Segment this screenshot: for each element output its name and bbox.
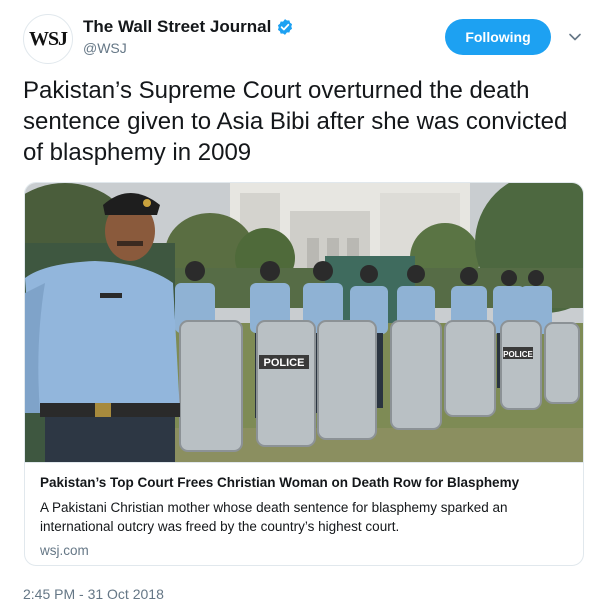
tweet-header: WSJ The Wall Street Journal @WSJ Followi…: [23, 14, 593, 64]
name-row: The Wall Street Journal: [83, 17, 294, 37]
shield-label-police: POLICE: [264, 357, 305, 369]
verified-badge-icon: [278, 19, 293, 35]
handle[interactable]: @WSJ: [83, 40, 127, 56]
card-title[interactable]: Pakistan’s Top Court Frees Christian Wom…: [40, 475, 519, 490]
card-image[interactable]: POLICE POLICE: [25, 183, 584, 462]
card-description: A Pakistani Christian mother whose death…: [40, 500, 508, 534]
tweet-timestamp[interactable]: 2:45 PM - 31 Oct 2018: [23, 586, 164, 602]
display-name[interactable]: The Wall Street Journal: [83, 17, 271, 37]
avatar[interactable]: WSJ: [23, 14, 73, 64]
link-card[interactable]: POLICE POLICE Pakistan’s Top Court Frees…: [24, 182, 584, 566]
avatar-logo-text: WSJ: [28, 27, 68, 50]
shield-label-police-2: POLICE: [503, 350, 533, 359]
tweet-text: Pakistan’s Supreme Court overturned the …: [23, 77, 568, 166]
card-domain: wsj.com: [40, 543, 89, 558]
chevron-down-icon[interactable]: [566, 28, 584, 46]
following-button[interactable]: Following: [445, 19, 551, 55]
card-body[interactable]: Pakistan’s Top Court Frees Christian Wom…: [25, 462, 583, 565]
